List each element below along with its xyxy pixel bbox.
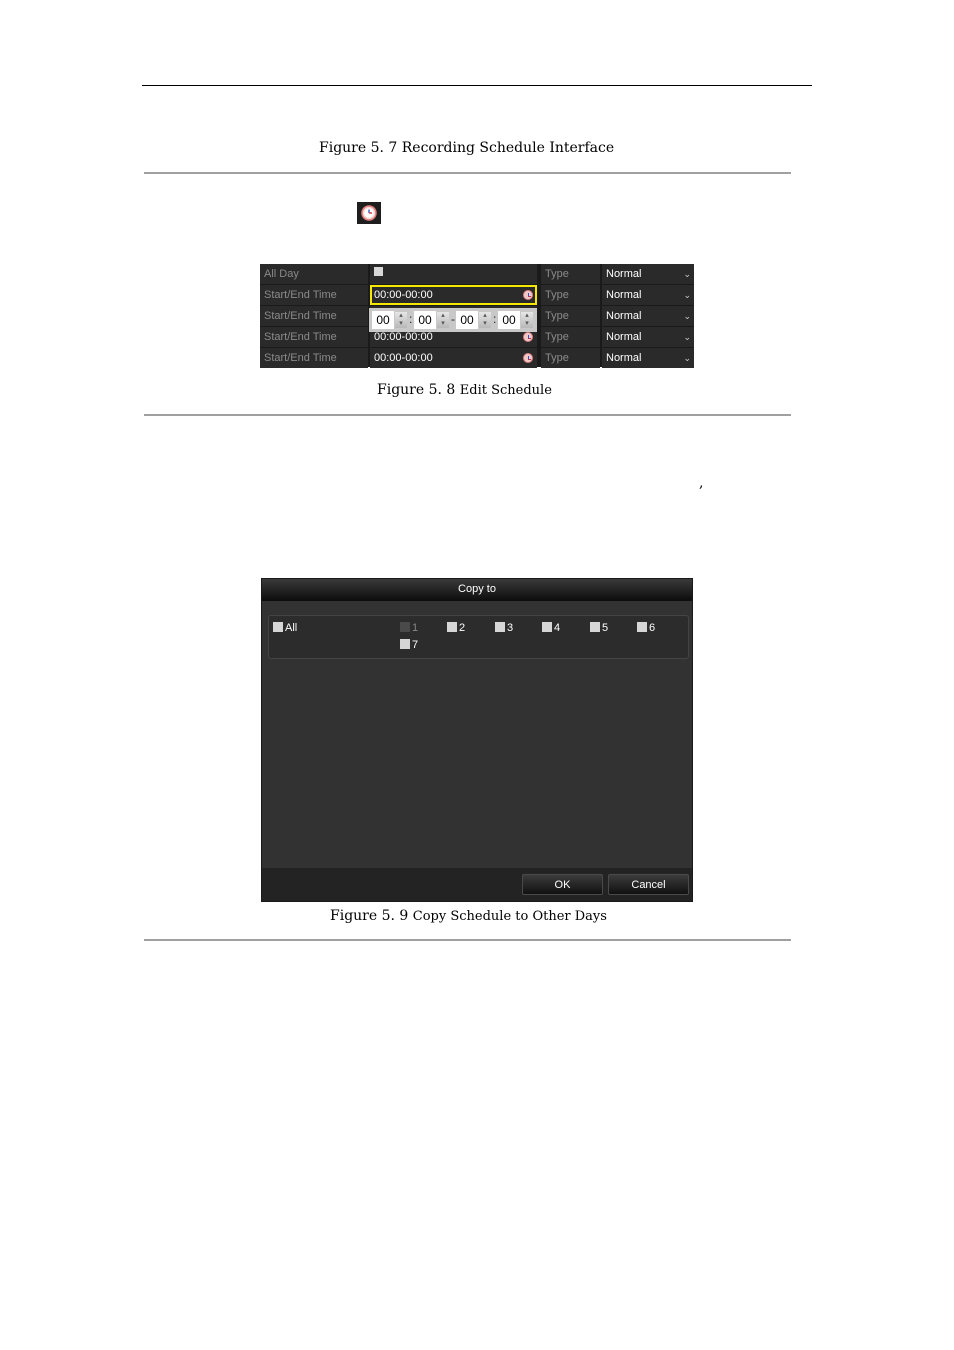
type-select[interactable]: Normal ⌄ [602, 264, 694, 284]
figure-caption-5-8: Figure 5. 8 Edit Schedule [377, 382, 552, 398]
time-range-value: 00:00-00:00 [374, 289, 433, 301]
figure-title: Edit Schedule [459, 383, 552, 398]
all-day-cell [370, 264, 537, 284]
type-select[interactable]: Normal ⌄ [602, 306, 694, 326]
dialog-title: Copy to [262, 579, 692, 601]
start-hour-spinner[interactable]: 00 ▴ ▾ [372, 311, 408, 329]
type-select[interactable]: Normal ⌄ [602, 348, 694, 368]
day-selection-panel: All 1 2 3 4 5 6 7 [268, 615, 689, 659]
type-value: Normal [606, 352, 642, 364]
chevron-down-icon: ⌄ [683, 353, 691, 363]
start-hour-value[interactable]: 00 [372, 311, 394, 329]
time-dash: - [451, 312, 455, 326]
checkbox-day-3[interactable]: 3 [495, 622, 513, 634]
spinner-arrows-icon[interactable]: ▴ ▾ [437, 312, 449, 328]
cancel-button[interactable]: Cancel [608, 874, 689, 895]
section-divider [144, 939, 791, 941]
type-value: Normal [606, 310, 642, 322]
type-label: Type [541, 348, 600, 368]
checkbox-label: 5 [602, 622, 609, 634]
checkbox[interactable] [590, 622, 600, 632]
time-row-label: Start/End Time [260, 327, 368, 347]
type-label: Type [541, 285, 600, 305]
checkbox[interactable] [495, 622, 505, 632]
figure-number: Figure 5. 7 [319, 140, 398, 156]
time-row-label: Start/End Time [260, 348, 368, 368]
spinner-arrows-icon[interactable]: ▴ ▾ [395, 312, 407, 328]
page-header-rule [142, 85, 812, 86]
time-picker-popup: 00 ▴ ▾ : 00 ▴ ▾ - 00 ▴ ▾ : 00 ▴ ▾ [369, 308, 537, 332]
time-range-field[interactable]: 00:00-00:00 [370, 348, 537, 368]
figure-caption-5-9: Figure 5. 9 Copy Schedule to Other Days [330, 908, 607, 924]
figure-number: Figure 5. 8 [377, 382, 456, 398]
checkbox-label: 1 [412, 622, 419, 634]
time-row-label: Start/End Time [260, 306, 368, 326]
type-value: Normal [606, 331, 642, 343]
checkbox-day-1: 1 [400, 622, 418, 634]
all-day-label: All Day [260, 264, 368, 284]
checkbox-day-2[interactable]: 2 [447, 622, 465, 634]
clock-icon [357, 202, 381, 224]
checkbox-label: 2 [459, 622, 466, 634]
checkbox[interactable] [542, 622, 552, 632]
checkbox-day-5[interactable]: 5 [590, 622, 608, 634]
checkbox[interactable] [447, 622, 457, 632]
start-minute-value[interactable]: 00 [414, 311, 436, 329]
end-hour-value[interactable]: 00 [456, 311, 478, 329]
figure-number: Figure 5. 9 [330, 908, 409, 924]
type-select[interactable]: Normal ⌄ [602, 285, 694, 305]
spinner-arrows-icon[interactable]: ▴ ▾ [521, 312, 533, 328]
checkbox-label: 7 [412, 639, 419, 651]
time-colon: : [493, 312, 497, 326]
time-colon: : [409, 312, 413, 326]
type-value: Normal [606, 268, 642, 280]
chevron-down-icon: ⌄ [683, 269, 691, 279]
end-minute-value[interactable]: 00 [498, 311, 520, 329]
section-divider [144, 414, 791, 416]
all-day-row: All Day Type Normal ⌄ [260, 264, 694, 284]
time-range-value: 00:00-00:00 [374, 331, 433, 343]
checkbox[interactable] [637, 622, 647, 632]
checkbox-label: 6 [649, 622, 656, 634]
all-day-checkbox[interactable] [374, 266, 383, 276]
type-label: Type [541, 264, 600, 284]
chevron-down-icon: ⌄ [683, 332, 691, 342]
type-value: Normal [606, 289, 642, 301]
chevron-down-icon: ⌄ [683, 311, 691, 321]
checkbox[interactable] [273, 622, 283, 632]
ok-button[interactable]: OK [522, 874, 603, 895]
checkbox-all[interactable]: All [273, 622, 297, 634]
clock-icon[interactable] [523, 290, 533, 300]
checkbox-label: All [285, 622, 298, 634]
checkbox-label: 3 [507, 622, 514, 634]
dialog-footer: OK Cancel [262, 868, 692, 901]
time-row-label: Start/End Time [260, 285, 368, 305]
figure-title: Recording Schedule Interface [401, 140, 615, 156]
type-label: Type [541, 327, 600, 347]
figure-title: Copy Schedule to Other Days [412, 909, 607, 924]
end-minute-spinner[interactable]: 00 ▴ ▾ [498, 311, 534, 329]
type-select[interactable]: Normal ⌄ [602, 327, 694, 347]
start-minute-spinner[interactable]: 00 ▴ ▾ [414, 311, 450, 329]
type-label: Type [541, 306, 600, 326]
checkbox-label: 4 [554, 622, 561, 634]
checkbox-day-4[interactable]: 4 [542, 622, 560, 634]
checkbox-day-6[interactable]: 6 [637, 622, 655, 634]
clock-icon[interactable] [523, 332, 533, 342]
checkbox[interactable] [400, 639, 410, 649]
time-range-value: 00:00-00:00 [374, 352, 433, 364]
clock-icon[interactable] [523, 353, 533, 363]
time-range-field[interactable]: 00:00-00:00 [370, 285, 537, 305]
checkbox-day-7[interactable]: 7 [400, 639, 418, 651]
chevron-down-icon: ⌄ [683, 290, 691, 300]
stray-comma: , [699, 475, 704, 491]
time-row: Start/End Time 00:00-00:00 Type Normal ⌄ [260, 348, 694, 368]
spinner-arrows-icon[interactable]: ▴ ▾ [479, 312, 491, 328]
time-row: Start/End Time 00:00-00:00 Type Normal ⌄ [260, 285, 694, 305]
figure-caption-5-7: Figure 5. 7 Recording Schedule Interface [319, 140, 614, 156]
copy-to-dialog: Copy to All 1 2 3 4 5 6 7 OK Cancel [261, 578, 693, 902]
end-hour-spinner[interactable]: 00 ▴ ▾ [456, 311, 492, 329]
checkbox [400, 622, 410, 632]
section-divider [144, 172, 791, 174]
